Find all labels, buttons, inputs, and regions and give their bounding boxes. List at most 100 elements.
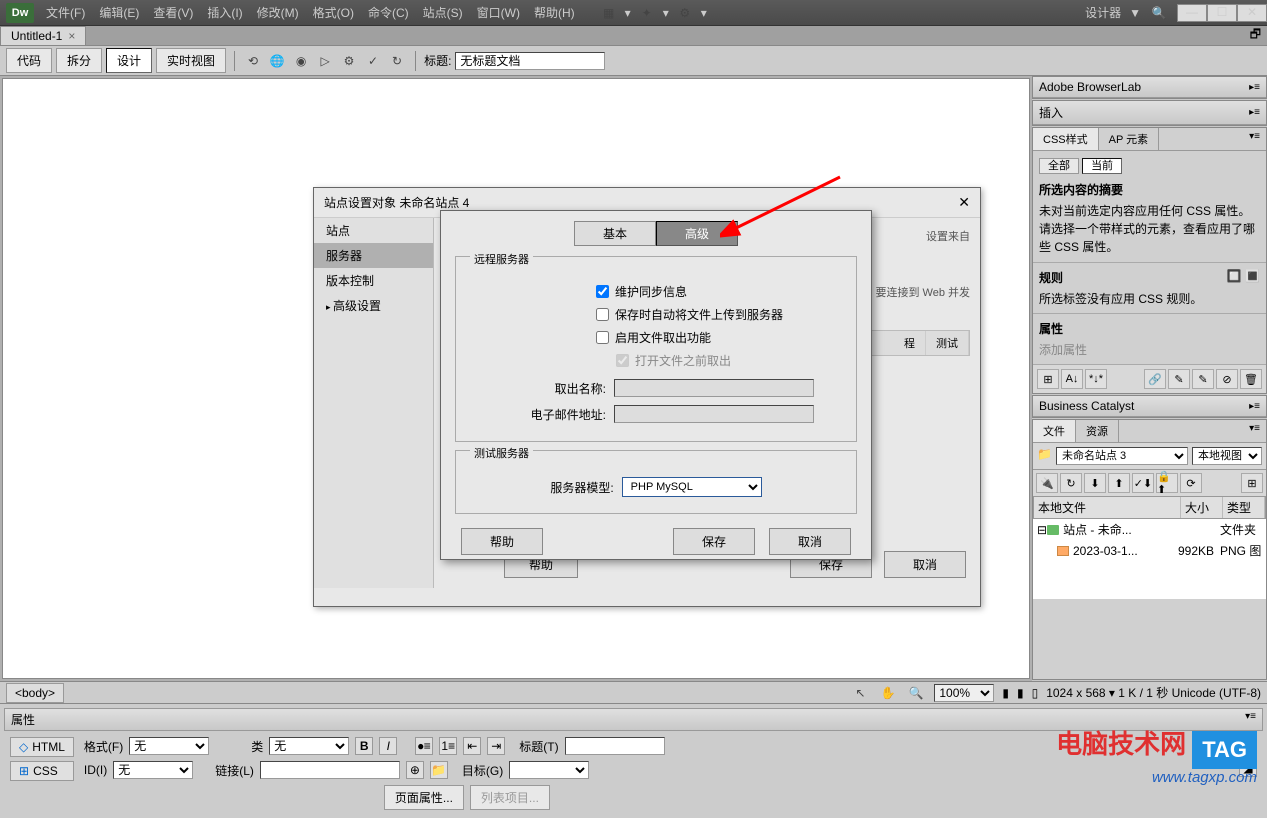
menu-file[interactable]: 文件(F) (40, 4, 91, 21)
menu-site[interactable]: 站点(S) (417, 4, 469, 21)
assets-tab[interactable]: 资源 (1076, 420, 1119, 442)
target-select[interactable] (509, 761, 589, 779)
checkout-checkbox[interactable] (596, 331, 609, 344)
viewport-med-icon[interactable]: ▮ (1017, 686, 1024, 700)
outer-cancel-button[interactable]: 取消 (884, 551, 966, 578)
col-size[interactable]: 大小 (1181, 497, 1223, 518)
sort-az-icon[interactable]: A↓ (1061, 369, 1083, 389)
bold-icon[interactable]: B (355, 737, 373, 755)
viewport-dark-icon[interactable]: ▮ (1002, 686, 1009, 700)
menu-format[interactable]: 格式(O) (307, 4, 360, 21)
class-select[interactable]: 无 (269, 737, 349, 755)
menu-insert[interactable]: 插入(I) (201, 4, 248, 21)
files-tab[interactable]: 文件 (1033, 420, 1076, 442)
layout-dropdown[interactable]: ▾ (619, 6, 637, 20)
rules-cascade-icon[interactable]: 🔲 🔳 (1227, 269, 1260, 286)
viewport-light-icon[interactable]: ▯ (1032, 686, 1039, 700)
layout-icon[interactable]: ▦ (599, 3, 619, 23)
basic-tab-button[interactable]: 基本 (574, 221, 656, 246)
sidebar-item-version[interactable]: 版本控制 (314, 268, 433, 293)
site-mgr-dropdown[interactable]: ▾ (695, 6, 713, 20)
preview-icon[interactable]: ▷ (315, 51, 335, 71)
dialog-close-icon[interactable]: ✕ (958, 194, 970, 211)
show-set-icon[interactable]: *↓* (1085, 369, 1107, 389)
sync-checkbox[interactable] (596, 285, 609, 298)
id-select[interactable]: 无 (113, 761, 193, 779)
sidebar-item-advanced[interactable]: 高级设置 (314, 293, 433, 318)
tag-selector[interactable]: <body> (6, 683, 64, 703)
site-select[interactable]: 未命名站点 3 (1056, 447, 1188, 465)
put-files-icon[interactable]: ⬆ (1108, 473, 1130, 493)
browse-file-icon[interactable]: 📁 (430, 761, 448, 779)
css-styles-tab[interactable]: CSS样式 (1033, 128, 1099, 150)
minimize-button[interactable]: — (1177, 4, 1207, 22)
split-view-button[interactable]: 拆分 (56, 48, 102, 73)
delete-css-icon[interactable]: 🗑 (1240, 369, 1262, 389)
panel-menu-icon[interactable]: ▸≡ (1249, 401, 1260, 412)
close-button[interactable]: ✕ (1237, 4, 1267, 22)
server-debug-icon[interactable]: ◉ (291, 51, 311, 71)
sidebar-item-site[interactable]: 站点 (314, 218, 433, 243)
extend-dropdown[interactable]: ▾ (657, 6, 675, 20)
file-row[interactable]: 2023-03-1... 992KB PNG 图 (1033, 540, 1266, 561)
inspect-icon[interactable]: 🌐 (267, 51, 287, 71)
zoom-select[interactable]: 100% (934, 684, 994, 702)
inner-help-button[interactable]: 帮助 (461, 528, 543, 555)
restore-doc-icon[interactable]: 🗗 (1250, 25, 1261, 46)
checkout-icon[interactable]: ✓⬇ (1132, 473, 1154, 493)
disable-css-icon[interactable]: ⊘ (1216, 369, 1238, 389)
edit-rule-icon[interactable]: ✎ (1192, 369, 1214, 389)
panel-menu-icon[interactable]: ▾≡ (1243, 128, 1266, 150)
refresh-icon[interactable]: ⚙ (339, 51, 359, 71)
ul-icon[interactable]: ⦁≡ (415, 737, 433, 755)
get-files-icon[interactable]: ⬇ (1084, 473, 1106, 493)
css-mode-button[interactable]: ⊞CSS (10, 761, 74, 781)
document-tab[interactable]: Untitled-1 × (0, 26, 86, 45)
col-localfile[interactable]: 本地文件 (1034, 497, 1181, 518)
live-view-button[interactable]: 实时视图 (156, 48, 226, 73)
new-rule-icon[interactable]: ✎ (1168, 369, 1190, 389)
list-items-button[interactable]: 列表项目... (470, 785, 550, 810)
css-all-button[interactable]: 全部 (1039, 158, 1079, 174)
show-category-icon[interactable]: ⊞ (1037, 369, 1059, 389)
extend-icon[interactable]: ✦ (637, 3, 657, 23)
col-type[interactable]: 类型 (1223, 497, 1265, 518)
browser-nav-icon[interactable]: ✓ (363, 51, 383, 71)
refresh-files-icon[interactable]: ↻ (1060, 473, 1082, 493)
sidebar-item-server[interactable]: 服务器 (314, 243, 433, 268)
link-input[interactable] (260, 761, 400, 779)
inner-cancel-button[interactable]: 取消 (769, 528, 851, 555)
pointer-tool-icon[interactable]: ↖ (850, 683, 870, 703)
code-view-button[interactable]: 代码 (6, 48, 52, 73)
connect-icon[interactable]: 🔌 (1036, 473, 1058, 493)
tree-collapse-icon[interactable]: ⊟ (1037, 523, 1047, 537)
inner-save-button[interactable]: 保存 (673, 528, 755, 555)
italic-icon[interactable]: I (379, 737, 397, 755)
server-model-select[interactable]: PHP MySQL (622, 477, 762, 497)
outdent-icon[interactable]: ⇤ (463, 737, 481, 755)
page-title-input[interactable] (455, 52, 605, 70)
options-icon[interactable]: ↻ (387, 51, 407, 71)
search-icon[interactable]: 🔍 (1149, 3, 1169, 23)
title-input[interactable] (565, 737, 665, 755)
panel-menu-icon[interactable]: ▾≡ (1243, 420, 1266, 442)
html-mode-button[interactable]: ◇HTML (10, 737, 74, 757)
menu-modify[interactable]: 修改(M) (251, 4, 305, 21)
hand-tool-icon[interactable]: ✋ (878, 683, 898, 703)
maximize-button[interactable]: ☐ (1207, 4, 1237, 22)
menu-edit[interactable]: 编辑(E) (93, 4, 145, 21)
menu-help[interactable]: 帮助(H) (528, 4, 581, 21)
workspace-dropdown[interactable]: ▼ (1129, 6, 1141, 20)
expand-icon[interactable]: ⊞ (1241, 473, 1263, 493)
indent-icon[interactable]: ⇥ (487, 737, 505, 755)
panel-menu-icon[interactable]: ▸≡ (1249, 82, 1260, 93)
site-mgr-icon[interactable]: ⚙ (675, 3, 695, 23)
menu-command[interactable]: 命令(C) (362, 4, 415, 21)
page-properties-button[interactable]: 页面属性... (384, 785, 464, 810)
menu-window[interactable]: 窗口(W) (471, 4, 526, 21)
site-root-row[interactable]: ⊟ 站点 - 未命... 文件夹 (1033, 519, 1266, 540)
live-code-icon[interactable]: ⟲ (243, 51, 263, 71)
ol-icon[interactable]: 1≡ (439, 737, 457, 755)
sync-icon[interactable]: ⟳ (1180, 473, 1202, 493)
business-catalyst-title[interactable]: Business Catalyst (1039, 399, 1134, 413)
